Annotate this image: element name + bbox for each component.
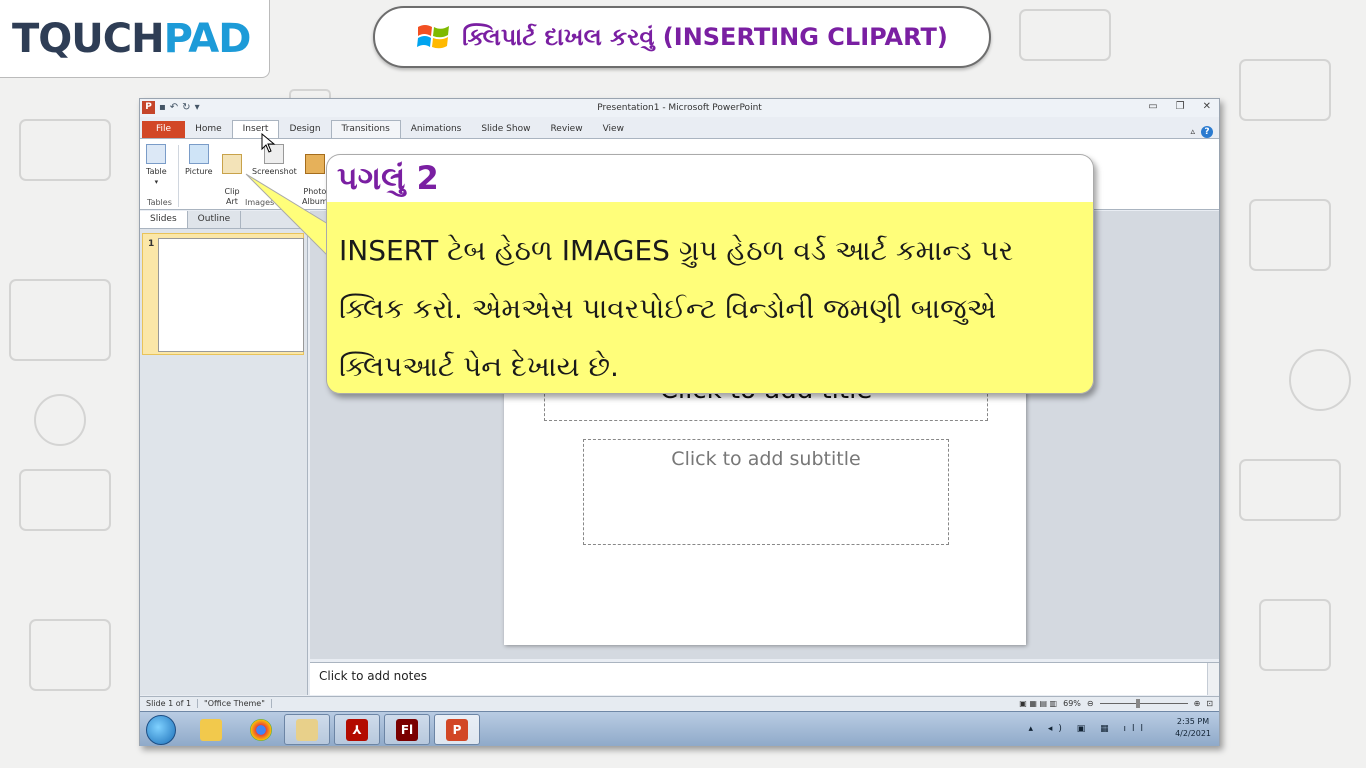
tab-slide-show[interactable]: Slide Show [471, 121, 540, 138]
start-button[interactable] [146, 715, 176, 745]
restore-icon[interactable]: ❐ [1176, 101, 1185, 112]
ribbon-help-area: ▵ ? [1190, 126, 1219, 138]
taskbar-flash[interactable]: Fl [384, 714, 430, 745]
clock-time: 2:35 PM [1176, 717, 1210, 726]
folder-icon [200, 718, 222, 741]
close-icon[interactable]: ✕ [1203, 101, 1211, 112]
slides-pane: Slides Outline 1 [140, 211, 308, 695]
title-bar: P ▪ ↶ ↻ ▾ Presentation1 - Microsoft Powe… [140, 99, 1219, 117]
table-dropdown-icon: ▾ [154, 178, 159, 186]
status-bar: Slide 1 of 1 "Office Theme" ▣ ▦ ▤ ▥ 69% … [140, 696, 1219, 710]
notes-pane[interactable]: Click to add notes [310, 662, 1219, 695]
zoom-slider[interactable] [1099, 699, 1188, 708]
slide-number: 1 [148, 239, 155, 249]
picture-icon [188, 144, 209, 164]
tab-home[interactable]: Home [185, 121, 232, 138]
taskbar-explorer-libraries[interactable] [188, 714, 234, 745]
clip-art-button[interactable]: Clip Art [222, 144, 242, 217]
logo-text-touch: TQUCH [12, 15, 165, 62]
group-tables-label: Tables [147, 198, 172, 207]
group-separator [178, 145, 179, 207]
acrobat-icon: ⅄ [346, 718, 368, 741]
clip-art-label: Clip Art [224, 187, 240, 206]
zoom-slider-thumb[interactable] [1135, 699, 1140, 708]
lesson-title: ક્લિપાર્ટ દાખલ કરવું (INSERTING CLIPART) [462, 23, 948, 51]
window-title: Presentation1 - Microsoft PowerPoint [597, 103, 762, 113]
clock-date: 4/2/2021 [1175, 729, 1211, 738]
fit-slide-icon[interactable]: ⊡ [1206, 699, 1213, 708]
slide-info: Slide 1 of 1 [140, 699, 199, 708]
system-tray-icons[interactable]: ▴ ◂) ▣ ▦ ıll [1029, 724, 1150, 734]
taskbar-powerpoint[interactable]: P [434, 714, 480, 745]
taskbar-chrome[interactable] [238, 714, 284, 745]
minimize-icon[interactable]: ▭ [1148, 101, 1157, 112]
chrome-icon [250, 718, 272, 741]
picture-button[interactable]: Picture [185, 144, 213, 177]
notes-placeholder: Click to add notes [319, 669, 427, 683]
tab-view[interactable]: View [593, 121, 634, 138]
table-label: Table [146, 167, 167, 176]
zoom-in-icon[interactable]: ⊕ [1194, 699, 1201, 708]
ribbon-tabs: File Home Insert Design Transitions Anim… [140, 119, 1219, 138]
touchpad-logo: TQUCH PAD [0, 0, 270, 78]
clip-art-icon [222, 154, 242, 174]
window-controls: ▭ ❐ ✕ [1148, 101, 1211, 112]
callout-line-3: ક્લિપઆર્ટ પેન દેખાય છે. [339, 350, 619, 383]
file-explorer-icon [296, 718, 318, 741]
zoom-out-icon[interactable]: ⊖ [1087, 699, 1094, 708]
callout-line-1: INSERT ટેબ હેઠળ IMAGES ગ્રુપ હેઠળ વર્ડ આ… [339, 234, 1014, 267]
table-icon [146, 144, 167, 164]
picture-label: Picture [185, 167, 213, 176]
tab-transitions[interactable]: Transitions [330, 120, 401, 138]
logo-text-pad: PAD [163, 15, 252, 62]
theme-name: "Office Theme" [198, 699, 272, 708]
tab-animations[interactable]: Animations [401, 121, 472, 138]
tab-outline[interactable]: Outline [188, 211, 242, 228]
zoom-level[interactable]: 69% [1063, 699, 1081, 708]
mouse-pointer-icon [261, 133, 276, 153]
tab-slides[interactable]: Slides [140, 211, 188, 228]
windows-logo-icon [417, 25, 450, 49]
subtitle-placeholder[interactable]: Click to add subtitle [583, 439, 949, 545]
callout-instruction-text: INSERT ટેબ હેઠળ IMAGES ગ્રુપ હેઠળ વર્ડ આ… [326, 202, 1094, 394]
windows-taskbar: ⅄ Fl P ▴ ◂) ▣ ▦ ıll 2:35 PM 4/2/2021 [140, 711, 1219, 746]
callout-step-heading: પગલું 2 [326, 154, 1094, 202]
tab-review[interactable]: Review [540, 121, 592, 138]
lesson-title-banner: ક્લિપાર્ટ દાખલ કરવું (INSERTING CLIPART) [373, 6, 991, 68]
notes-scrollbar[interactable] [1207, 663, 1219, 695]
callout-line-2: ક્લિક કરો. એમએસ પાવરપોઈન્ટ વિન્ડોની જમણી… [339, 292, 997, 325]
taskbar-acrobat[interactable]: ⅄ [334, 714, 380, 745]
flash-icon: Fl [396, 718, 418, 741]
tab-design[interactable]: Design [279, 121, 330, 138]
taskbar-file-explorer[interactable] [284, 714, 330, 745]
tab-file[interactable]: File [142, 121, 186, 138]
table-button[interactable]: Table ▾ [146, 144, 167, 187]
zoom-controls: ▣ ▦ ▤ ▥ 69% ⊖ ⊕ ⊡ [1019, 699, 1219, 708]
view-buttons[interactable]: ▣ ▦ ▤ ▥ [1019, 699, 1057, 708]
powerpoint-taskbar-icon: P [446, 718, 468, 741]
instruction-callout: પગલું 2 INSERT ટેબ હેઠળ IMAGES ગ્રુપ હેઠ… [245, 154, 1094, 394]
minimize-ribbon-icon[interactable]: ▵ [1190, 127, 1195, 137]
system-clock[interactable]: 2:35 PM 4/2/2021 [1175, 716, 1211, 740]
help-icon[interactable]: ? [1201, 126, 1213, 138]
